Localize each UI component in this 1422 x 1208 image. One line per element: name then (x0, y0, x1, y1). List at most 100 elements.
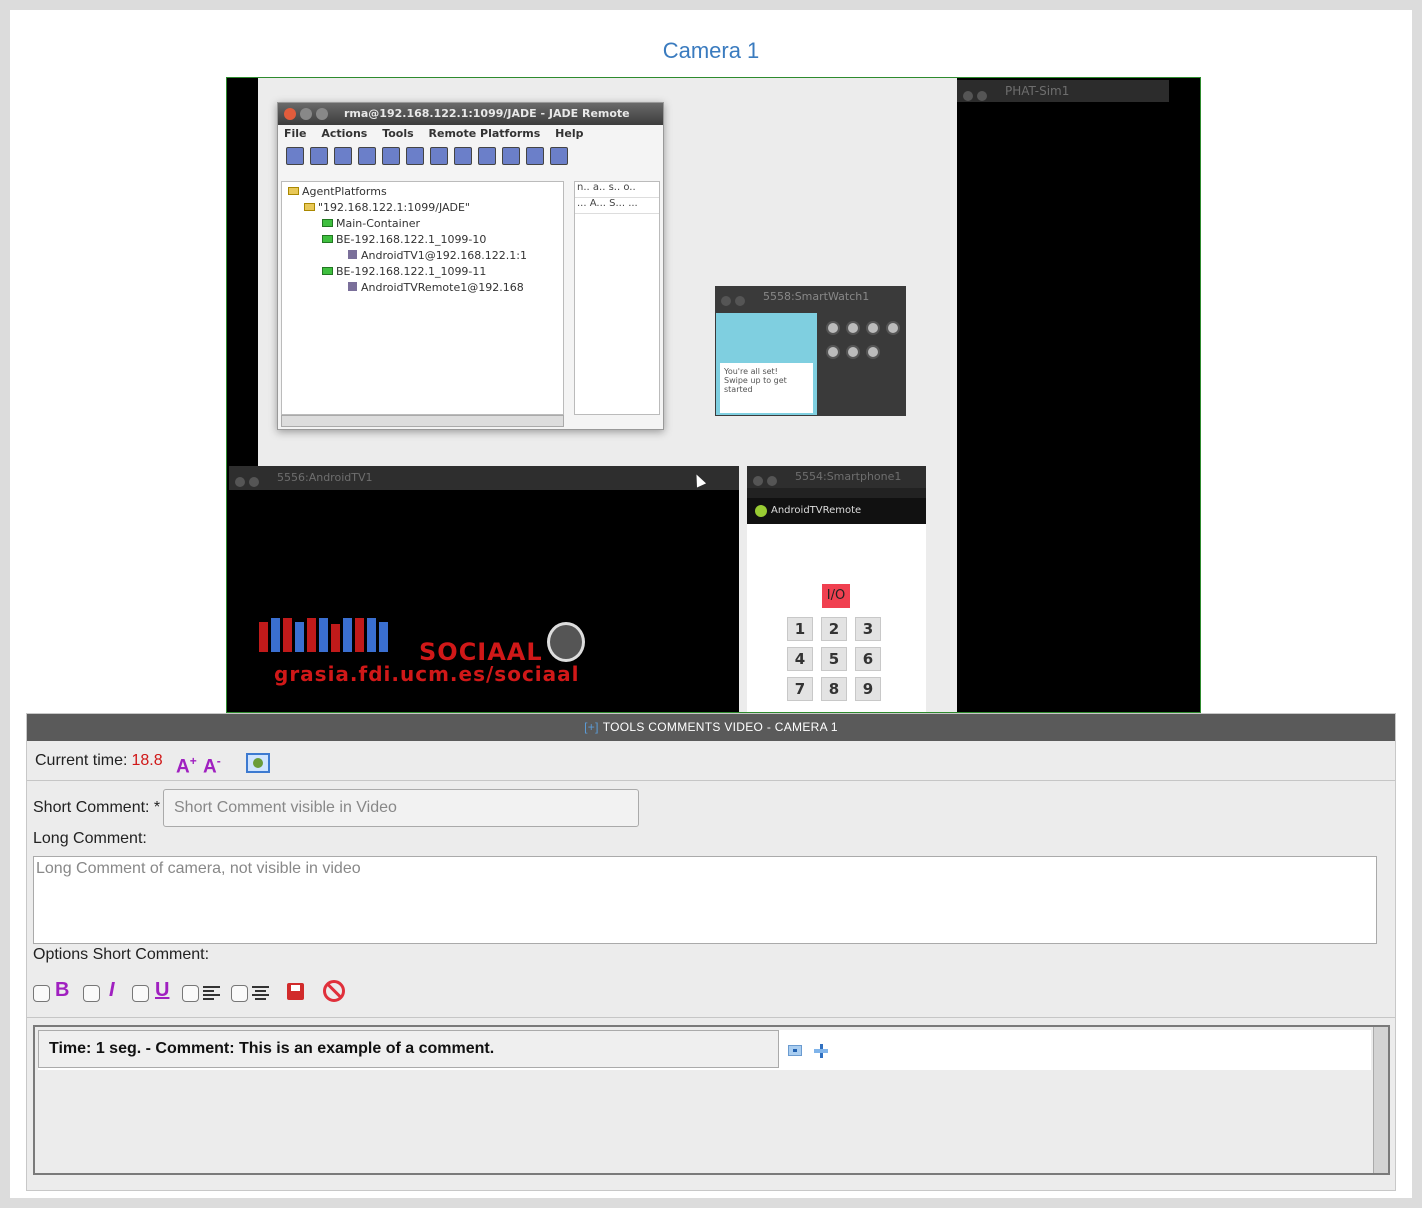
agent-tool-icon (406, 147, 424, 165)
phat-sim-panel (957, 78, 1170, 712)
smartwatch-card-text: You're all set! (724, 367, 778, 376)
bold-icon: B (55, 979, 70, 1001)
agent-tool-icon (430, 147, 448, 165)
align-left-icon (203, 986, 220, 1000)
font-increase-button[interactable]: A+ (176, 741, 197, 787)
knob-icon (846, 345, 860, 359)
folder-icon (288, 187, 299, 195)
short-comment-input[interactable] (163, 789, 639, 827)
key-5: 5 (821, 647, 847, 671)
jade-menu-actions: Actions (321, 127, 368, 140)
close-icon (284, 108, 296, 120)
tools-panel-header[interactable]: [+] TOOLS COMMENTS VIDEO - CAMERA 1 (27, 714, 1395, 741)
agent-icon (348, 250, 357, 259)
page: Camera 1 PHAT-Sim1 rma@192.168.122.1:109… (10, 10, 1412, 1198)
smartphone-app-title: AndroidTVRemote (771, 505, 862, 516)
current-time-row: Current time: 18.8 A+ A- (27, 741, 1395, 781)
smartwatch-card: You're all set! Swipe up to get started (720, 363, 813, 413)
options-label: Options Short Comment: (33, 946, 210, 963)
agent-tool-icon (454, 147, 472, 165)
key-7: 7 (787, 677, 813, 701)
jade-menu-remote-platforms: Remote Platforms (428, 127, 541, 140)
align-center-icon (252, 986, 269, 1000)
current-time-label: Current time: (35, 752, 128, 769)
folder-icon (304, 203, 315, 211)
view-comment-icon[interactable] (788, 1045, 802, 1056)
tree-item: AgentPlatforms (286, 184, 559, 200)
smartphone-title: 5554:Smartphone1 (795, 470, 902, 483)
agent-tool-icon (334, 147, 352, 165)
remote-keypad: 1 2 3 4 5 6 7 8 9 (783, 614, 903, 704)
jade-agent-tree: AgentPlatforms "192.168.122.1:1099/JADE"… (281, 181, 564, 415)
bold-checkbox[interactable] (33, 985, 50, 1002)
knob-icon (866, 321, 880, 335)
key-2: 2 (821, 617, 847, 641)
tree-item: BE-192.168.122.1_1099-10 (286, 232, 559, 248)
short-comment-label: Short Comment: * (33, 799, 161, 816)
smartphone-appbar: AndroidTVRemote (747, 498, 926, 524)
tools-panel-title: TOOLS COMMENTS VIDEO - CAMERA 1 (602, 720, 838, 734)
android-tv-emulator: 5556:AndroidTV1 SOCIAAL grasia.fdi.ucm.e… (229, 466, 739, 712)
capture-screen-icon[interactable] (246, 753, 270, 773)
tree-item: "192.168.122.1:1099/JADE" (286, 200, 559, 216)
power-button: I/O (822, 584, 850, 608)
underline-icon: U (155, 979, 170, 1001)
save-icon[interactable] (287, 983, 304, 1000)
italic-checkbox[interactable] (83, 985, 100, 1002)
key-6: 6 (855, 647, 881, 671)
comments-scrollbar[interactable] (1373, 1027, 1388, 1173)
phat-sim-titlebar: PHAT-Sim1 (957, 80, 1169, 102)
jade-menu-help: Help (555, 127, 584, 140)
smartwatch-screen: You're all set! Swipe up to get started (716, 313, 817, 415)
page-title: Camera 1 (662, 38, 760, 63)
key-1: 1 (787, 617, 813, 641)
jade-agent-grid: n.. a.. s.. o.. ... A... S... ... (574, 181, 660, 415)
expand-toggle[interactable]: [+] (584, 720, 599, 734)
agent-tool-icon (526, 147, 544, 165)
underline-checkbox[interactable] (132, 985, 149, 1002)
knob-icon (866, 345, 880, 359)
key-9: 9 (855, 677, 881, 701)
edit-comment-icon[interactable] (814, 1044, 828, 1058)
knob-icon (826, 345, 840, 359)
agent-tool-icon (310, 147, 328, 165)
agent-tool-icon (502, 147, 520, 165)
agent-tool-icon (286, 147, 304, 165)
cancel-icon[interactable] (323, 980, 345, 1002)
comments-list[interactable]: Time: 1 seg. - Comment: This is an examp… (33, 1025, 1390, 1175)
tools-comments-panel: [+] TOOLS COMMENTS VIDEO - CAMERA 1 Curre… (26, 713, 1396, 1191)
knob-icon (886, 321, 900, 335)
divider (27, 1017, 1395, 1018)
smartwatch-title: 5558:SmartWatch1 (763, 290, 870, 303)
long-comment-input[interactable] (33, 856, 1377, 944)
tree-item: BE-192.168.122.1_1099-11 (286, 264, 559, 280)
smartwatch-titlebar: 5558:SmartWatch1 (715, 286, 906, 308)
video-player[interactable]: PHAT-Sim1 rma@192.168.122.1:1099/JADE - … (226, 77, 1201, 713)
android-icon (755, 505, 767, 517)
jade-horizontal-scrollbar (281, 415, 564, 427)
university-seal (547, 622, 585, 662)
maximize-icon (316, 108, 328, 120)
knob-icon (846, 321, 860, 335)
align-left-checkbox[interactable] (182, 985, 199, 1002)
key-4: 4 (787, 647, 813, 671)
jade-menu-tools: Tools (382, 127, 414, 140)
key-8: 8 (821, 677, 847, 701)
jade-toolbar (278, 143, 663, 171)
comment-text[interactable]: Time: 1 seg. - Comment: This is an examp… (38, 1030, 779, 1068)
smartwatch-emulator: 5558:SmartWatch1 You're all set! Swipe u… (715, 286, 906, 416)
tree-item: AndroidTVRemote1@192.168 (286, 280, 559, 296)
container-icon (322, 235, 333, 243)
smartphone-emulator: 5554:Smartphone1 AndroidTVRemote I/O 123… (747, 466, 926, 712)
align-center-checkbox[interactable] (231, 985, 248, 1002)
jade-titlebar: rma@192.168.122.1:1099/JADE - JADE Remot… (278, 103, 663, 125)
jade-window: rma@192.168.122.1:1099/JADE - JADE Remot… (277, 102, 664, 430)
android-tv-title: 5556:AndroidTV1 (277, 471, 373, 484)
jade-menubar: File Actions Tools Remote Platforms Help (278, 125, 663, 143)
long-comment-label: Long Comment: (33, 830, 147, 847)
agent-tool-icon (358, 147, 376, 165)
key-3: 3 (855, 617, 881, 641)
grid-header: n.. a.. s.. o.. (575, 182, 659, 198)
font-decrease-button[interactable]: A- (203, 741, 221, 787)
agent-tool-icon (550, 147, 568, 165)
